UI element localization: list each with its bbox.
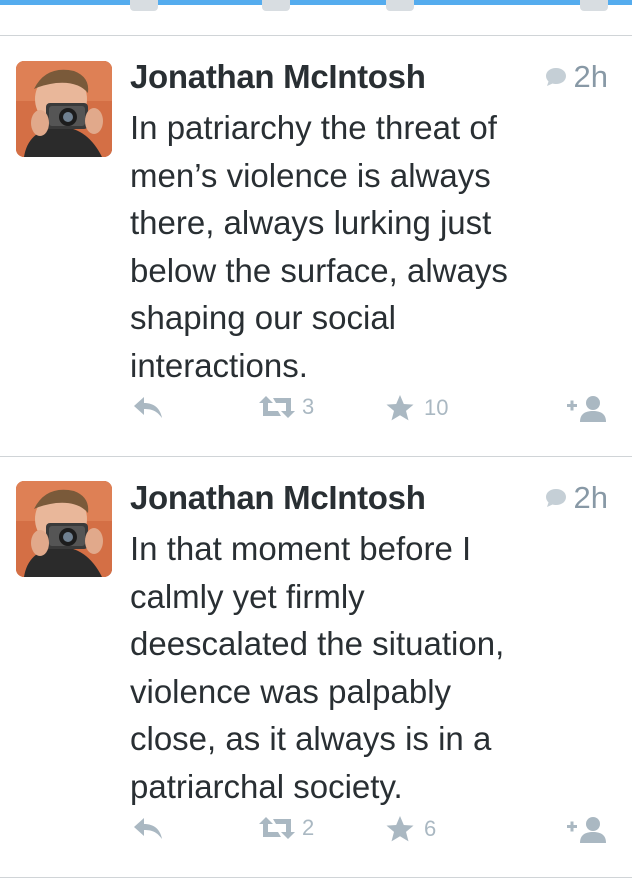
favorite-count: 10 bbox=[424, 395, 449, 420]
previous-follow-icon[interactable] bbox=[580, 0, 608, 11]
tweet-actions: 2 6 bbox=[0, 815, 632, 855]
follow-button[interactable] bbox=[565, 394, 609, 424]
reply-button[interactable] bbox=[132, 394, 164, 420]
speech-bubble-icon bbox=[545, 68, 566, 86]
avatar[interactable] bbox=[16, 61, 112, 157]
retweet-button[interactable]: 2 bbox=[258, 815, 314, 841]
retweet-icon bbox=[259, 817, 295, 839]
favorite-count: 6 bbox=[424, 816, 437, 841]
avatar[interactable] bbox=[16, 481, 112, 577]
timestamp: 2h bbox=[544, 480, 608, 516]
previous-reply-icon[interactable] bbox=[130, 0, 158, 11]
tweet-text: In that moment before I calmly yet firml… bbox=[130, 530, 505, 805]
follow-icon bbox=[567, 396, 606, 422]
tweet[interactable]: Jonathan McIntosh 2h In patriarchy the t… bbox=[0, 36, 632, 456]
follow-button[interactable] bbox=[565, 815, 609, 845]
previous-tweet-actions bbox=[0, 0, 632, 35]
divider bbox=[0, 877, 632, 878]
tweet[interactable]: Jonathan McIntosh 2h In that moment befo… bbox=[0, 457, 632, 877]
favorite-button[interactable]: 10 bbox=[385, 394, 448, 422]
reply-button[interactable] bbox=[132, 815, 164, 841]
previous-star-icon[interactable] bbox=[386, 0, 414, 11]
author-name[interactable]: Jonathan McIntosh bbox=[130, 58, 426, 96]
timestamp-text: 2h bbox=[573, 480, 608, 515]
author-name[interactable]: Jonathan McIntosh bbox=[130, 479, 426, 517]
star-icon bbox=[386, 395, 414, 421]
follow-icon bbox=[567, 817, 606, 843]
favorite-button[interactable]: 6 bbox=[385, 815, 436, 843]
retweet-icon bbox=[259, 396, 295, 418]
retweet-count: 3 bbox=[302, 394, 315, 419]
tweet-actions: 3 10 bbox=[0, 394, 632, 434]
timestamp: 2h bbox=[544, 59, 608, 95]
timestamp-text: 2h bbox=[573, 59, 608, 94]
previous-retweet-icon[interactable] bbox=[262, 0, 290, 11]
speech-bubble-icon bbox=[545, 489, 566, 507]
retweet-count: 2 bbox=[302, 815, 315, 840]
reply-icon bbox=[134, 397, 162, 418]
avatar-photo bbox=[16, 61, 112, 157]
reply-icon bbox=[134, 818, 162, 839]
star-icon bbox=[386, 816, 414, 842]
retweet-button[interactable]: 3 bbox=[258, 394, 314, 420]
tweet-text: In patriarchy the threat of men’s violen… bbox=[130, 109, 508, 384]
avatar-photo bbox=[16, 481, 112, 577]
